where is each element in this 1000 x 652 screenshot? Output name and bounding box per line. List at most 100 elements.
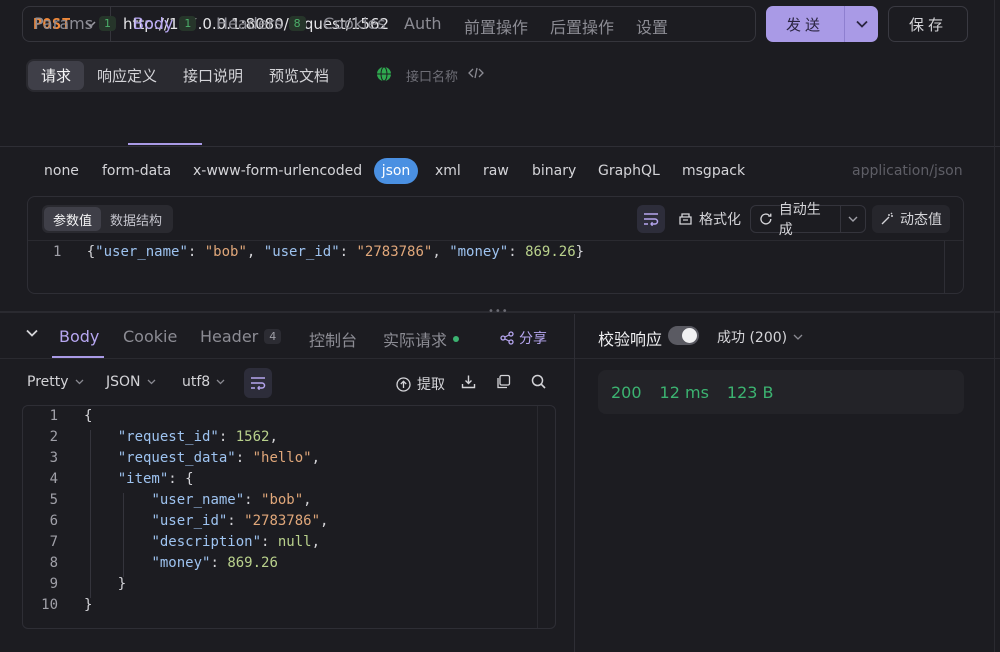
status-dot: [453, 336, 460, 342]
tab-settings[interactable]: 设置: [636, 14, 668, 38]
divider: [0, 146, 1000, 147]
window-edge: [994, 0, 995, 652]
resp-tab-cookie[interactable]: Cookie: [123, 327, 177, 346]
tab-headers-badge: 8: [288, 16, 306, 31]
editor-sub-tabs: 参数值 数据结构: [42, 205, 174, 233]
chevron-down-icon: [793, 334, 803, 340]
autogen-label: 自动生成: [778, 202, 821, 238]
panel-splitter[interactable]: •••: [0, 306, 1000, 317]
encoding-label: utf8: [182, 374, 211, 390]
send-options-chevron-icon[interactable]: [845, 20, 878, 28]
body-type-urlencoded[interactable]: x-www-form-urlencoded: [193, 163, 362, 179]
chevron-down-icon: [147, 379, 156, 385]
copy-icon[interactable]: [496, 374, 511, 389]
autogen-button[interactable]: 自动生成: [750, 202, 866, 238]
tab-cookies[interactable]: Cookies: [323, 14, 386, 33]
format-select[interactable]: JSON: [106, 374, 156, 390]
tab-api-description[interactable]: 接口说明: [170, 61, 256, 90]
resp-tab-header-label: Header: [200, 327, 259, 346]
body-type-msgpack[interactable]: msgpack: [682, 163, 745, 179]
status-code: 200: [611, 382, 642, 402]
body-type-graphql[interactable]: GraphQL: [598, 163, 660, 179]
chevron-down-icon[interactable]: [839, 206, 865, 232]
wrap-lines-button[interactable]: [637, 205, 665, 233]
extract-icon: [396, 376, 411, 392]
status-select-label: 成功 (200): [717, 330, 788, 346]
wrap-icon: [251, 377, 266, 390]
chevron-down-icon: [216, 379, 225, 385]
response-time: 12 ms: [659, 382, 709, 402]
response-size: 123 B: [726, 382, 774, 402]
send-button[interactable]: 发送: [766, 6, 878, 42]
tab-data-structure[interactable]: 数据结构: [101, 207, 171, 231]
share-button[interactable]: 分享: [500, 328, 547, 348]
verify-response-label: 校验响应: [598, 330, 663, 349]
content-type-label: application/json: [852, 163, 963, 179]
response-metrics: 200 12 ms 123 B: [598, 370, 964, 414]
magic-wand-icon: [881, 212, 893, 225]
format-label: JSON: [106, 374, 141, 390]
search-icon[interactable]: [531, 374, 546, 389]
line-numbers: 1 2 3 4 5 6 7 8 9 10: [41, 408, 58, 613]
tab-headers[interactable]: Headers 8: [216, 14, 306, 33]
tab-body-label: Body: [133, 14, 174, 33]
resp-tab-actual-request-label: 实际请求: [383, 331, 448, 350]
view-mode-select[interactable]: Pretty: [27, 374, 84, 390]
download-icon[interactable]: [461, 374, 476, 389]
resp-tab-actual-request[interactable]: 实际请求: [383, 327, 460, 351]
extract-button[interactable]: 提取: [396, 374, 445, 394]
save-button[interactable]: 保存: [888, 6, 968, 42]
line-number: 1: [53, 244, 62, 260]
resp-tab-header[interactable]: Header 4: [200, 327, 282, 346]
active-tab-indicator: [128, 143, 202, 145]
body-type-xml[interactable]: xml: [435, 163, 461, 179]
status-select[interactable]: 成功 (200): [717, 327, 803, 347]
tab-auth[interactable]: Auth: [404, 14, 442, 33]
extract-label: 提取: [417, 377, 445, 393]
encoding-select[interactable]: utf8: [182, 374, 225, 390]
resp-tab-console[interactable]: 控制台: [309, 327, 357, 351]
verify-response-toggle[interactable]: [668, 326, 699, 345]
format-icon: [679, 213, 692, 225]
globe-icon[interactable]: [376, 66, 392, 82]
vertical-splitter[interactable]: [574, 314, 575, 652]
body-type-none[interactable]: none: [44, 163, 79, 179]
tab-param-values[interactable]: 参数值: [44, 207, 102, 231]
response-body-code[interactable]: { "request_id": 1562, "request_data": "h…: [84, 406, 328, 616]
wrap-lines-button[interactable]: [244, 368, 272, 398]
resp-tab-body[interactable]: Body: [59, 327, 99, 346]
wrap-icon: [644, 213, 659, 226]
collapse-chevron-icon[interactable]: [26, 329, 38, 337]
api-name-input[interactable]: 接口名称: [406, 66, 458, 85]
body-type-json[interactable]: json: [374, 158, 418, 184]
resp-tab-header-badge: 4: [264, 329, 282, 344]
tab-request[interactable]: 请求: [28, 61, 85, 90]
dynamic-value-button[interactable]: 动态值: [872, 205, 950, 233]
send-label: 发送: [785, 15, 824, 34]
scrollbar-track[interactable]: [537, 406, 538, 628]
tab-response-definition[interactable]: 响应定义: [84, 61, 170, 90]
format-button[interactable]: 格式化: [670, 205, 749, 233]
tab-params[interactable]: Params 1: [34, 14, 117, 33]
body-type-raw[interactable]: raw: [483, 163, 509, 179]
tab-body[interactable]: Body 1: [133, 14, 197, 33]
request-body-code[interactable]: 1 {"user_name": "bob", "user_id": "27837…: [53, 244, 584, 260]
tab-post-processors[interactable]: 后置操作: [550, 14, 614, 38]
tab-params-label: Params: [34, 14, 94, 33]
view-mode-label: Pretty: [27, 374, 69, 390]
tab-headers-label: Headers: [216, 14, 283, 33]
tab-params-badge: 1: [99, 16, 117, 31]
refresh-icon: [760, 213, 772, 225]
tab-pre-processors[interactable]: 前置操作: [464, 14, 528, 38]
doc-tabs: 请求 响应定义 接口说明 预览文档: [26, 59, 345, 92]
scrollbar-track[interactable]: [944, 241, 945, 293]
format-label: 格式化: [699, 212, 741, 228]
dynamic-value-label: 动态值: [900, 212, 942, 228]
body-type-form-data[interactable]: form-data: [102, 163, 171, 179]
body-type-binary[interactable]: binary: [532, 163, 576, 179]
tab-preview-doc[interactable]: 预览文档: [256, 61, 342, 90]
divider: [0, 358, 1000, 359]
tab-body-badge: 1: [179, 16, 197, 31]
divider: [28, 240, 963, 241]
code-icon[interactable]: [468, 67, 484, 79]
